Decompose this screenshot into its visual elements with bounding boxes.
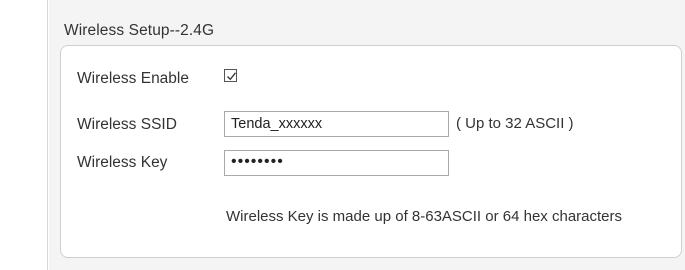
left-margin: [0, 0, 48, 270]
wireless-key-note: Wireless Key is made up of 8-63ASCII or …: [226, 208, 623, 225]
wireless-ssid-label: Wireless SSID: [77, 116, 177, 133]
wireless-enable-label: Wireless Enable: [77, 70, 189, 87]
wireless-key-input[interactable]: [224, 150, 449, 176]
wireless-enable-checkbox[interactable]: [224, 69, 237, 82]
checkmark-icon: [227, 72, 237, 81]
wireless-key-label: Wireless Key: [77, 154, 168, 171]
ssid-length-hint: ( Up to 32 ASCII ): [456, 115, 574, 132]
section-title: Wireless Setup--2.4G: [64, 22, 215, 39]
wireless-ssid-input[interactable]: [224, 111, 449, 137]
